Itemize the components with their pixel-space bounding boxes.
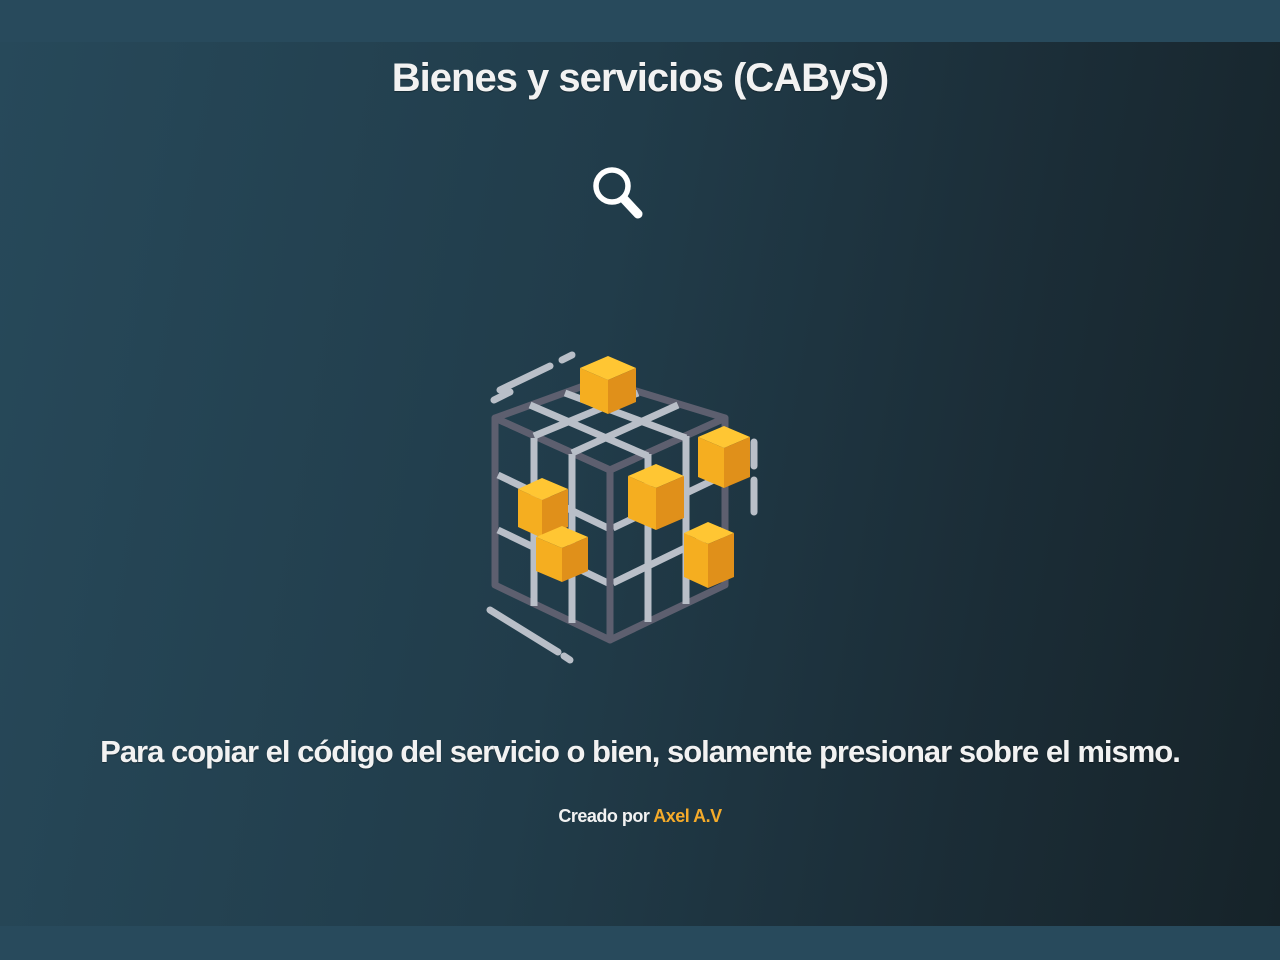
page-title: Bienes y servicios (CAByS) <box>391 56 889 100</box>
copy-instructions: Para copiar el código del servicio o bie… <box>100 734 1181 769</box>
search-button[interactable] <box>586 162 650 226</box>
bottom-bar <box>0 926 1280 960</box>
cube-grid-illustration <box>470 340 770 670</box>
top-bar <box>0 0 1280 42</box>
credit-line: Creado por Axel A.V <box>0 806 1280 827</box>
search-icon[interactable] <box>590 164 646 224</box>
author-link[interactable]: Axel A.V <box>653 806 722 826</box>
credit-prefix: Creado por <box>558 806 650 826</box>
